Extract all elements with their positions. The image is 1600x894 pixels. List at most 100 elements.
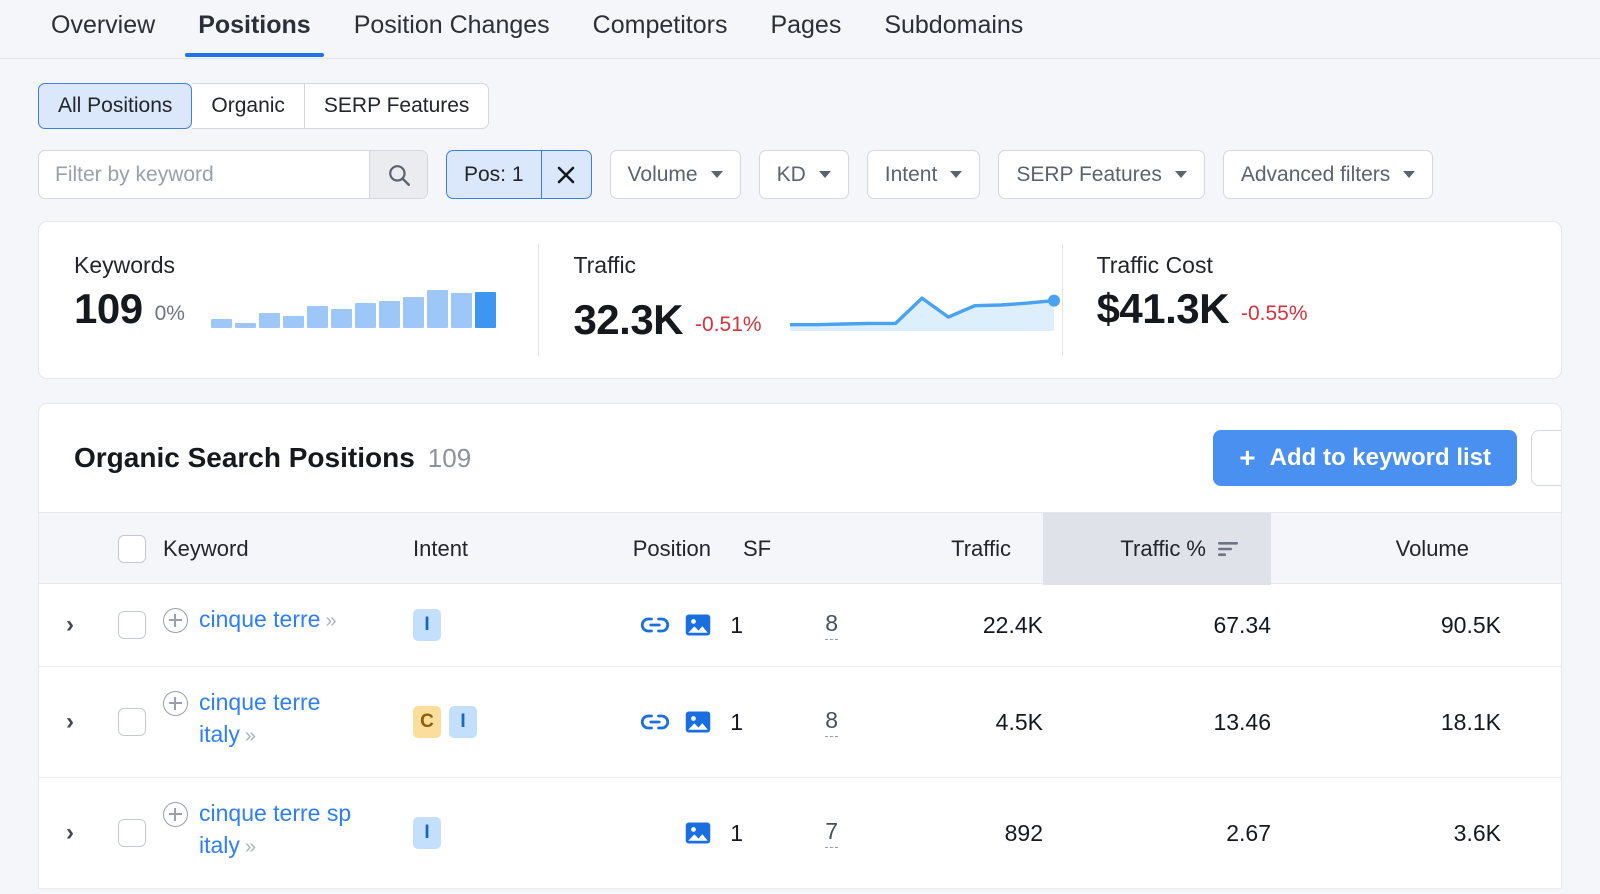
intent-badge-c[interactable]: C — [413, 706, 441, 738]
chevron-down-icon — [1175, 171, 1187, 178]
table-row[interactable]: ›cinque terre italy»CI184.5K13.4618.1K — [39, 667, 1561, 778]
position-cell: 1 — [593, 584, 743, 666]
image-icon[interactable] — [683, 610, 713, 640]
expand-col-header — [39, 513, 101, 585]
sparkline-bar — [475, 292, 496, 328]
intent-badge-i[interactable]: I — [413, 609, 441, 641]
sparkline-bar — [451, 293, 472, 328]
col-header-sf[interactable]: SF — [743, 513, 838, 585]
expand-row-button[interactable]: › — [39, 667, 101, 777]
sort-desc-glyph — [1217, 540, 1239, 558]
row-checkbox[interactable] — [118, 611, 146, 639]
filter-intent-label: Intent — [885, 163, 938, 187]
sf-value[interactable]: 7 — [825, 818, 838, 848]
row-checkbox-cell — [101, 778, 163, 888]
expand-row-button[interactable]: › — [39, 584, 101, 666]
keyword-expand-icon[interactable]: » — [245, 725, 256, 747]
keywords-bar-sparkline — [211, 287, 496, 331]
intent-badge-i[interactable]: I — [449, 706, 477, 738]
keyword-link[interactable]: cinque terre» — [199, 604, 337, 636]
link-icon[interactable] — [640, 707, 670, 737]
position-cell: 1 — [593, 667, 743, 777]
search-input[interactable] — [39, 151, 369, 198]
sort-descending-icon — [1217, 540, 1239, 558]
position-type-filter: All Positions Organic SERP Features — [0, 59, 1600, 129]
table-options-button[interactable] — [1531, 430, 1562, 486]
traffic-sparkline-svg — [790, 287, 1062, 335]
metric-traffic-delta: -0.51% — [695, 313, 762, 342]
row-checkbox-cell — [101, 667, 163, 777]
sf-value[interactable]: 8 — [825, 707, 838, 737]
row-checkbox[interactable] — [118, 708, 146, 736]
traffic-cell: 4.5K — [838, 667, 1043, 777]
keyword-link[interactable]: cinque terre italy» — [199, 687, 369, 750]
intent-cell: I — [413, 778, 593, 888]
filter-advanced[interactable]: Advanced filters — [1223, 150, 1433, 199]
metric-traffic-cost-delta: -0.55% — [1241, 302, 1308, 331]
tab-pages[interactable]: Pages — [757, 0, 854, 56]
row-spacer — [1501, 667, 1561, 777]
image-icon[interactable] — [683, 818, 713, 848]
page-title: Organic Search Positions — [74, 442, 415, 474]
metric-traffic-cost: Traffic Cost $41.3K -0.55% — [1062, 222, 1561, 378]
col-header-intent[interactable]: Intent — [413, 513, 593, 585]
add-keyword-icon[interactable] — [163, 608, 188, 633]
tab-competitors[interactable]: Competitors — [580, 0, 741, 56]
segment-serp-features[interactable]: SERP Features — [305, 83, 490, 129]
chevron-down-icon — [819, 171, 831, 178]
table-column-headers: Keyword Intent Position SF Traffic Traff… — [39, 512, 1561, 584]
active-filter-chip-position[interactable]: Pos: 1 — [446, 150, 592, 199]
keyword-link[interactable]: cinque terre sp italy» — [199, 798, 369, 861]
search-icon — [386, 162, 412, 188]
close-icon[interactable] — [541, 151, 591, 198]
row-checkbox[interactable] — [118, 819, 146, 847]
link-icon[interactable] — [640, 610, 670, 640]
organic-positions-table: Organic Search Positions 109 + Add to ke… — [38, 403, 1562, 889]
volume-cell: 90.5K — [1271, 584, 1501, 666]
tab-positions[interactable]: Positions — [185, 0, 324, 56]
add-keyword-icon[interactable] — [163, 691, 188, 716]
col-header-keyword[interactable]: Keyword — [163, 513, 413, 585]
tab-overview[interactable]: Overview — [38, 0, 168, 56]
filter-intent[interactable]: Intent — [867, 150, 981, 199]
table-row[interactable]: ›cinque terre sp italy»I178922.673.6K — [39, 778, 1561, 889]
col-header-position[interactable]: Position — [593, 513, 743, 585]
table-body: ›cinque terre»I1822.4K67.3490.5K›cinque … — [39, 584, 1561, 889]
metric-keywords: Keywords 109 0% — [39, 222, 538, 378]
search-button[interactable] — [369, 151, 427, 198]
select-all-checkbox[interactable] — [118, 535, 146, 563]
keyword-expand-icon[interactable]: » — [245, 836, 256, 858]
expand-row-button[interactable]: › — [39, 778, 101, 888]
filter-kd[interactable]: KD — [759, 150, 849, 199]
col-header-traffic-percent[interactable]: Traffic % — [1043, 513, 1271, 585]
add-keyword-icon[interactable] — [163, 802, 188, 827]
keyword-cell: cinque terre sp italy» — [163, 778, 413, 888]
filter-advanced-label: Advanced filters — [1241, 163, 1390, 187]
sparkline-bar — [307, 306, 328, 328]
table-row[interactable]: ›cinque terre»I1822.4K67.3490.5K — [39, 584, 1561, 667]
intent-badge-i[interactable]: I — [413, 817, 441, 849]
segment-organic[interactable]: Organic — [192, 83, 305, 129]
row-checkbox-cell — [101, 584, 163, 666]
position-value: 1 — [730, 612, 743, 639]
traffic-cell: 22.4K — [838, 584, 1043, 666]
sf-value[interactable]: 8 — [825, 610, 838, 640]
filter-volume[interactable]: Volume — [610, 150, 741, 199]
filter-volume-label: Volume — [628, 163, 698, 187]
segment-all-positions[interactable]: All Positions — [38, 83, 192, 129]
table-header-bar: Organic Search Positions 109 + Add to ke… — [39, 404, 1561, 512]
sparkline-bar — [283, 316, 304, 329]
traffic-line-sparkline — [790, 287, 1062, 342]
close-icon-glyph — [556, 165, 576, 185]
keyword-search — [38, 150, 428, 199]
sf-cell: 8 — [743, 667, 838, 777]
keyword-cell: cinque terre» — [163, 584, 413, 666]
filter-serp-features[interactable]: SERP Features — [998, 150, 1205, 199]
col-header-traffic[interactable]: Traffic — [838, 513, 1043, 585]
tab-subdomains[interactable]: Subdomains — [871, 0, 1036, 56]
tab-position-changes[interactable]: Position Changes — [341, 0, 563, 56]
image-icon[interactable] — [683, 707, 713, 737]
col-header-volume[interactable]: Volume — [1271, 513, 1501, 585]
keyword-expand-icon[interactable]: » — [325, 610, 336, 632]
add-to-keyword-list-button[interactable]: + Add to keyword list — [1213, 430, 1517, 486]
